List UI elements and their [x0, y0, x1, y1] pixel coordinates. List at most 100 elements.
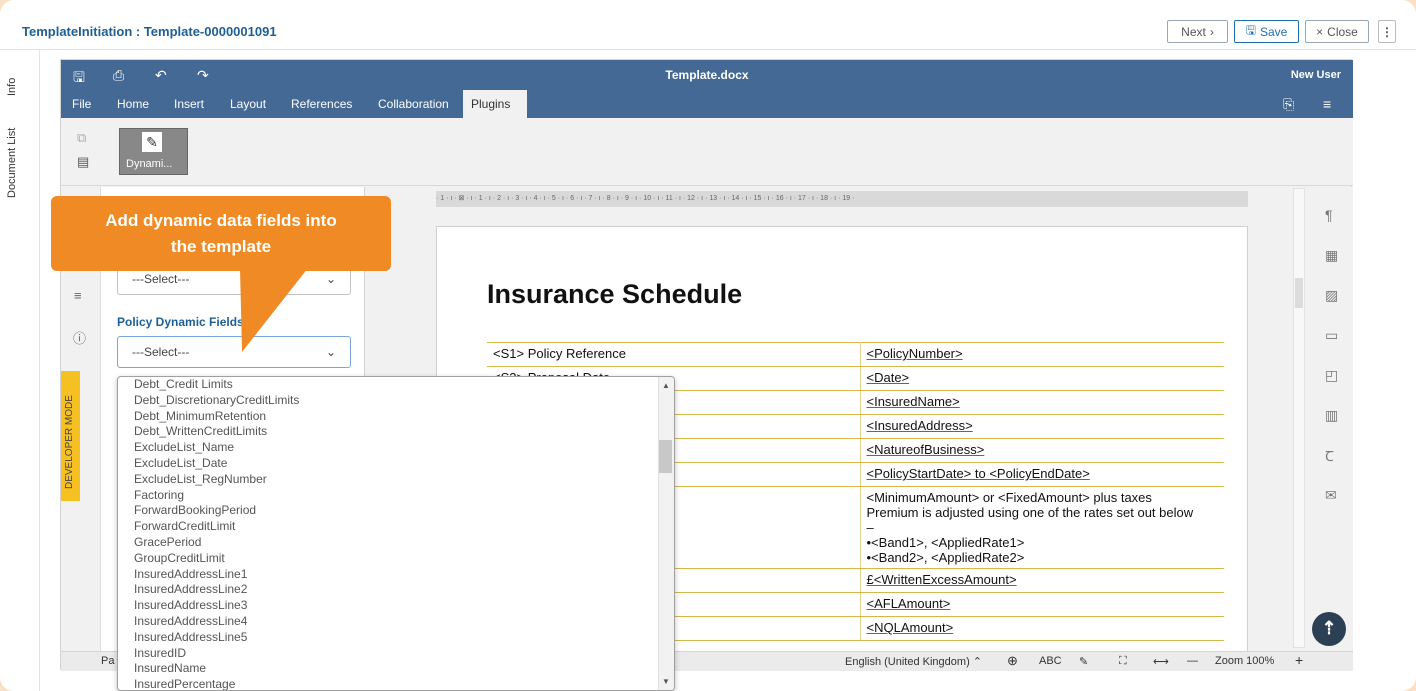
- table-cell-value[interactable]: <InsuredAddress>: [860, 414, 1224, 439]
- dropdown-option[interactable]: GracePeriod: [118, 535, 658, 551]
- field-category-value: ---Select---: [132, 272, 190, 286]
- dropdown-option[interactable]: ExcludeList_Name: [118, 440, 658, 456]
- menu-plugins[interactable]: Plugins: [463, 90, 527, 118]
- track-changes-icon[interactable]: ✎: [1079, 655, 1088, 668]
- copy-icon[interactable]: ⧉: [77, 130, 86, 146]
- paragraph-icon[interactable]: ¶: [1325, 207, 1333, 223]
- callout-line-2: the template: [170, 237, 272, 256]
- table-cell-value[interactable]: <Date>: [860, 366, 1224, 391]
- table-icon[interactable]: ▦: [1325, 247, 1338, 264]
- page-indicator: Pa: [101, 655, 115, 667]
- menu-file[interactable]: File: [64, 90, 99, 118]
- dropdown-option[interactable]: Factoring: [118, 488, 658, 504]
- menu-layout[interactable]: Layout: [222, 90, 274, 118]
- dropdown-option[interactable]: ExcludeList_RegNumber: [118, 472, 658, 488]
- open-location-icon[interactable]: ⎘: [1283, 96, 1294, 113]
- policy-dynamic-fields-label: Policy Dynamic Fields: [117, 315, 244, 329]
- chevron-right-icon: ›: [1209, 24, 1214, 39]
- next-button[interactable]: Next ›: [1167, 20, 1228, 43]
- dropdown-option[interactable]: Debt_Credit Limits: [118, 377, 658, 393]
- dropdown-option[interactable]: InsuredAddressLine4: [118, 614, 658, 630]
- dropdown-option[interactable]: ExcludeList_Date: [118, 456, 658, 472]
- table-cell-value[interactable]: <PolicyNumber>: [860, 342, 1224, 367]
- menu-collaboration[interactable]: Collaboration: [370, 90, 457, 118]
- globe-icon[interactable]: ⊕: [1007, 653, 1018, 669]
- policy-dynamic-fields-value: ---Select---: [132, 345, 190, 359]
- tab-document-list-label: Document List: [6, 127, 18, 198]
- dropdown-option[interactable]: Debt_WrittenCreditLimits: [118, 424, 658, 440]
- table-cell-value[interactable]: £<WrittenExcessAmount>: [860, 568, 1224, 593]
- dropdown-option[interactable]: InsuredName: [118, 661, 658, 677]
- premium-line4: •<Band1>, <AppliedRate1>: [866, 535, 1025, 550]
- editor-titlebar: 🖫 ⎙ ↶ ↷ Template.docx New User: [61, 60, 1353, 90]
- next-label: Next: [1181, 24, 1206, 39]
- dropdown-option[interactable]: InsuredID: [118, 646, 658, 662]
- scroll-to-top-button[interactable]: ⇡: [1312, 612, 1346, 646]
- dropdown-scrollbar[interactable]: [658, 377, 674, 690]
- menu-bar: File Home Insert Layout References Colla…: [61, 90, 1353, 118]
- plugin-label: Dynami...: [126, 158, 173, 170]
- image-icon[interactable]: ▨: [1325, 287, 1338, 304]
- document-scrollbar[interactable]: [1293, 188, 1305, 648]
- callout-line-1: Add dynamic data fields into: [105, 211, 337, 230]
- premium-line5: •<Band2>, <AppliedRate2>: [866, 550, 1025, 565]
- document-scrollbar-thumb[interactable]: [1295, 278, 1303, 308]
- table-cell-value[interactable]: <PolicyStartDate> to <PolicyEndDate>: [860, 462, 1224, 487]
- dropdown-option[interactable]: InsuredAddressLine5: [118, 630, 658, 646]
- dropdown-option[interactable]: InsuredAddressLine3: [118, 598, 658, 614]
- spellcheck-icon[interactable]: ABC: [1039, 655, 1062, 667]
- policy-dynamic-fields-select[interactable]: ---Select--- ⌄: [117, 336, 351, 368]
- dropdown-option[interactable]: InsuredPercentage: [118, 677, 658, 690]
- dropdown-scrollbar-thumb[interactable]: [659, 440, 672, 473]
- dropdown-option[interactable]: ForwardCreditLimit: [118, 519, 658, 535]
- dropdown-option[interactable]: GroupCreditLimit: [118, 551, 658, 567]
- dropdown-option[interactable]: InsuredAddressLine2: [118, 582, 658, 598]
- table-cell-value[interactable]: <InsuredName>: [860, 390, 1224, 415]
- horizontal-ruler[interactable]: · 1 · ı · ⊠ · ı · 1 · ı · 2 · ı · 3 · ı …: [436, 191, 1248, 207]
- zoom-out-icon[interactable]: —: [1187, 655, 1198, 667]
- table-cell-label[interactable]: <S1> Policy Reference: [487, 342, 861, 367]
- premium-line3: –: [866, 520, 874, 535]
- arrow-up-icon: ⇡: [1321, 618, 1337, 638]
- menu-references[interactable]: References: [283, 90, 360, 118]
- paste-icon[interactable]: ▤: [77, 154, 89, 170]
- zoom-in-icon[interactable]: +: [1295, 652, 1303, 668]
- fit-page-icon[interactable]: ⛶: [1119, 655, 1127, 668]
- chart-icon[interactable]: ▥: [1325, 407, 1338, 424]
- menu-home[interactable]: Home: [109, 90, 157, 118]
- fit-width-icon[interactable]: ⟷: [1153, 655, 1169, 668]
- close-button[interactable]: × Close: [1305, 20, 1369, 43]
- table-cell-value[interactable]: <AFLAmount>: [860, 592, 1224, 617]
- scroll-up-arrow-icon[interactable]: ▲: [662, 381, 670, 390]
- tab-info-label: Info: [6, 77, 18, 96]
- dynamic-fields-plugin-button[interactable]: ✎ Dynami...: [119, 128, 188, 175]
- tab-info[interactable]: Info: [6, 78, 18, 96]
- text-art-icon[interactable]: Ꞇ: [1325, 447, 1334, 466]
- table-cell-value[interactable]: <NQLAmount>: [860, 616, 1224, 641]
- premium-cell[interactable]: <MinimumAmount> or <FixedAmount> plus ta…: [860, 486, 1224, 569]
- dropdown-option[interactable]: ForwardBookingPeriod: [118, 503, 658, 519]
- chevron-down-icon: ⌄: [325, 345, 336, 359]
- language-selector[interactable]: English (United Kingdom) ⌃: [845, 655, 982, 668]
- page-title: TemplateInitiation : Template-0000001091: [22, 24, 277, 39]
- header-footer-icon[interactable]: ▭: [1325, 327, 1338, 344]
- developer-mode-tab[interactable]: DEVELOPER MODE: [61, 371, 80, 501]
- dropdown-option[interactable]: Debt_DiscretionaryCreditLimits: [118, 393, 658, 409]
- more-options-button[interactable]: ⋮: [1378, 20, 1396, 43]
- dropdown-option[interactable]: Debt_MinimumRetention: [118, 409, 658, 425]
- save-button[interactable]: 🖫 Save: [1234, 20, 1299, 43]
- chevron-up-icon: ⌃: [972, 656, 983, 668]
- table-cell-value[interactable]: <NatureofBusiness>: [860, 438, 1224, 463]
- menu-insert[interactable]: Insert: [166, 90, 212, 118]
- language-value: English (United Kingdom): [845, 656, 970, 668]
- dropdown-option[interactable]: InsuredAddressLine1: [118, 567, 658, 583]
- info-icon[interactable]: ⓘ: [73, 328, 86, 347]
- mail-merge-icon[interactable]: ✉: [1325, 487, 1337, 504]
- close-icon: ×: [1316, 24, 1324, 39]
- shape-icon[interactable]: ◰: [1325, 367, 1338, 384]
- tab-document-list[interactable]: Document List: [6, 128, 18, 198]
- align-icon[interactable]: ≡: [74, 288, 82, 303]
- hamburger-menu-icon[interactable]: ≡: [1323, 96, 1331, 112]
- chevron-down-icon: ⌄: [325, 272, 336, 286]
- scroll-down-arrow-icon[interactable]: ▼: [662, 677, 670, 686]
